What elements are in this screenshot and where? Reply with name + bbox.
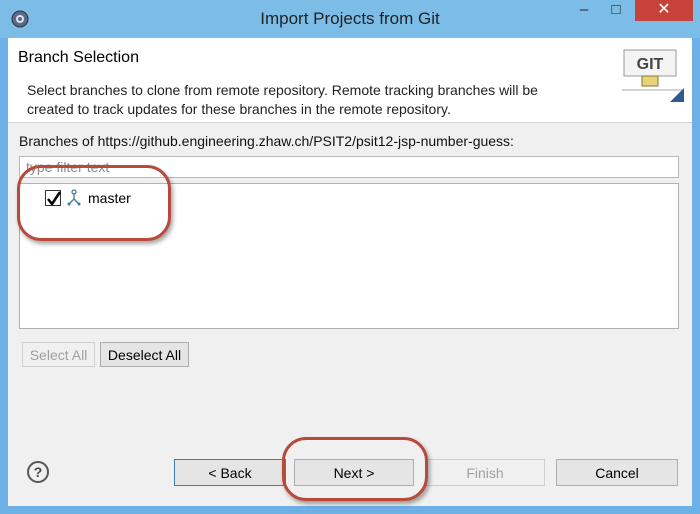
next-button[interactable]: Next > bbox=[294, 459, 414, 486]
maximize-button[interactable]: □ bbox=[603, 0, 629, 20]
branch-checkbox[interactable] bbox=[45, 190, 62, 207]
minimize-button[interactable]: – bbox=[571, 0, 597, 20]
checkmark-icon bbox=[47, 191, 62, 207]
git-banner-text: GIT bbox=[637, 56, 664, 73]
filter-input[interactable] bbox=[19, 156, 679, 178]
help-icon[interactable]: ? bbox=[27, 461, 49, 483]
page-description: Select branches to clone from remote rep… bbox=[27, 82, 538, 117]
select-all-button[interactable]: Select All bbox=[22, 342, 95, 367]
branch-icon bbox=[65, 189, 83, 207]
page-title: Branch Selection bbox=[18, 49, 139, 66]
git-banner-icon: GIT bbox=[620, 44, 686, 104]
branches-label: Branches of https://github.engineering.z… bbox=[19, 133, 514, 149]
back-button[interactable]: < Back bbox=[174, 459, 286, 486]
finish-button[interactable]: Finish bbox=[425, 459, 545, 486]
cancel-button[interactable]: Cancel bbox=[556, 459, 678, 486]
deselect-all-button[interactable]: Deselect All bbox=[100, 342, 189, 367]
branch-name[interactable]: master bbox=[88, 190, 131, 206]
close-button[interactable]: ✕ bbox=[635, 0, 693, 21]
